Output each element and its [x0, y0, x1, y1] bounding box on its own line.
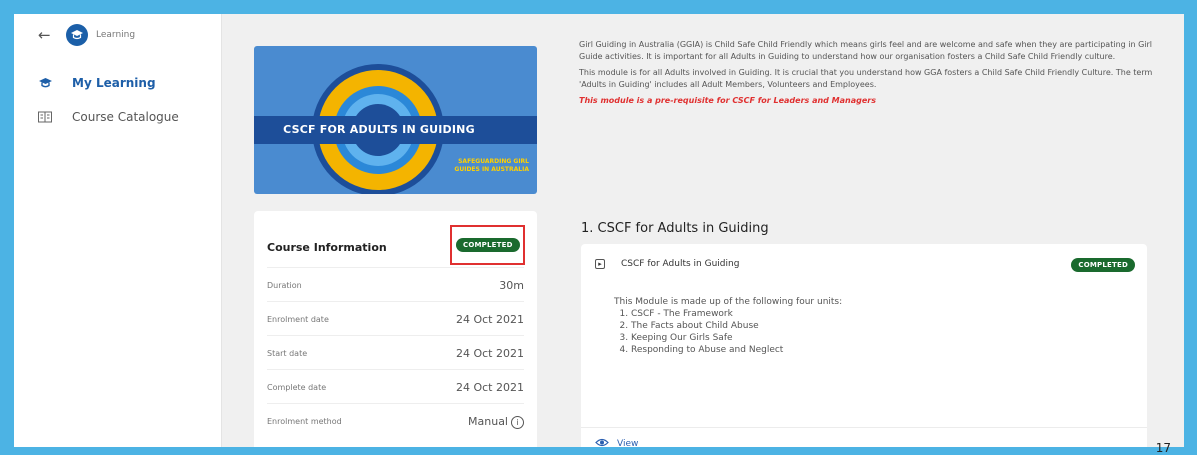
sidebar-item-my-learning[interactable]: My Learning [38, 76, 156, 90]
description-paragraph: Girl Guiding in Australia (GGIA) is Chil… [579, 40, 1153, 61]
module-intro: This Module is made up of the following … [614, 297, 843, 307]
play-module-icon[interactable]: ▸ [595, 259, 605, 269]
description-paragraph: This module is for all Adults involved i… [579, 68, 1153, 89]
info-value: 24 Oct 2021 [455, 313, 524, 326]
info-row-duration: Duration 30m [267, 267, 524, 302]
sidebar-brand-label: Learning [96, 30, 136, 40]
sidebar: ← Learning My Learning Course Catalogue [14, 14, 222, 447]
unit-list: CSCF - The Framework The Facts about Chi… [614, 308, 842, 356]
info-row-enrolment-date: Enrolment date 24 Oct 2021 [267, 301, 524, 336]
hero-safeguarding-text: SAFEGUARDING GIRL GUIDES IN AUSTRALIA [454, 158, 529, 173]
unit-item: The Facts about Child Abuse [631, 320, 842, 332]
prerequisite-note: This module is a pre-requisite for CSCF … [579, 96, 876, 105]
page-number: 17 [1155, 441, 1171, 455]
info-value: Manual i [468, 415, 524, 429]
sidebar-header: ← Learning [38, 24, 135, 46]
module-title[interactable]: CSCF for Adults in Guiding [621, 259, 739, 269]
eye-icon [595, 438, 609, 447]
info-label: Start date [267, 349, 308, 358]
info-circle-icon[interactable]: i [511, 415, 524, 429]
info-value: 24 Oct 2021 [455, 347, 524, 360]
course-description: Girl Guiding in Australia (GGIA) is Chil… [579, 39, 1159, 111]
info-row-enrolment-method: Enrolment method Manual i [267, 403, 524, 438]
info-value-text: Manual [468, 415, 508, 428]
module-card: ▸ CSCF for Adults in Guiding COMPLETED T… [581, 244, 1147, 449]
section-title: 1. CSCF for Adults in Guiding [581, 221, 769, 236]
catalogue-icon [38, 110, 54, 124]
course-hero-image: CSCF FOR ADULTS IN GUIDING SAFEGUARDING … [254, 46, 537, 194]
course-information-title: Course Information [267, 241, 387, 254]
info-row-complete-date: Complete date 24 Oct 2021 [267, 369, 524, 404]
module-header[interactable]: ▸ CSCF for Adults in Guiding [595, 259, 739, 269]
hero-title: CSCF FOR ADULTS IN GUIDING [283, 123, 475, 136]
info-row-start-date: Start date 24 Oct 2021 [267, 335, 524, 370]
sidebar-item-label: Course Catalogue [72, 110, 179, 124]
status-badge: COMPLETED [456, 238, 520, 252]
module-footer: View [581, 427, 1147, 449]
info-label: Enrolment method [267, 417, 342, 426]
back-arrow-icon[interactable]: ← [38, 26, 58, 44]
sidebar-item-label: My Learning [72, 76, 156, 90]
view-label: View [617, 439, 639, 449]
info-label: Duration [267, 281, 302, 290]
unit-item: Keeping Our Girls Safe [631, 332, 842, 344]
module-description: This Module is made up of the following … [614, 296, 842, 356]
view-module-link[interactable]: View [595, 438, 639, 449]
learning-logo-icon[interactable] [66, 24, 88, 46]
graduation-cap-icon [38, 76, 54, 90]
unit-item: Responding to Abuse and Neglect [631, 344, 842, 356]
screenshot-frame: ← Learning My Learning Course Catalogue [0, 0, 1197, 455]
info-value: 30m [499, 279, 524, 292]
info-label: Complete date [267, 383, 327, 392]
sidebar-item-course-catalogue[interactable]: Course Catalogue [38, 110, 179, 124]
course-information-card: Course Information COMPLETED Duration 30… [254, 211, 537, 447]
unit-item: CSCF - The Framework [631, 308, 842, 320]
info-value: 24 Oct 2021 [455, 381, 524, 394]
info-label: Enrolment date [267, 315, 329, 324]
module-status-badge: COMPLETED [1071, 258, 1135, 272]
